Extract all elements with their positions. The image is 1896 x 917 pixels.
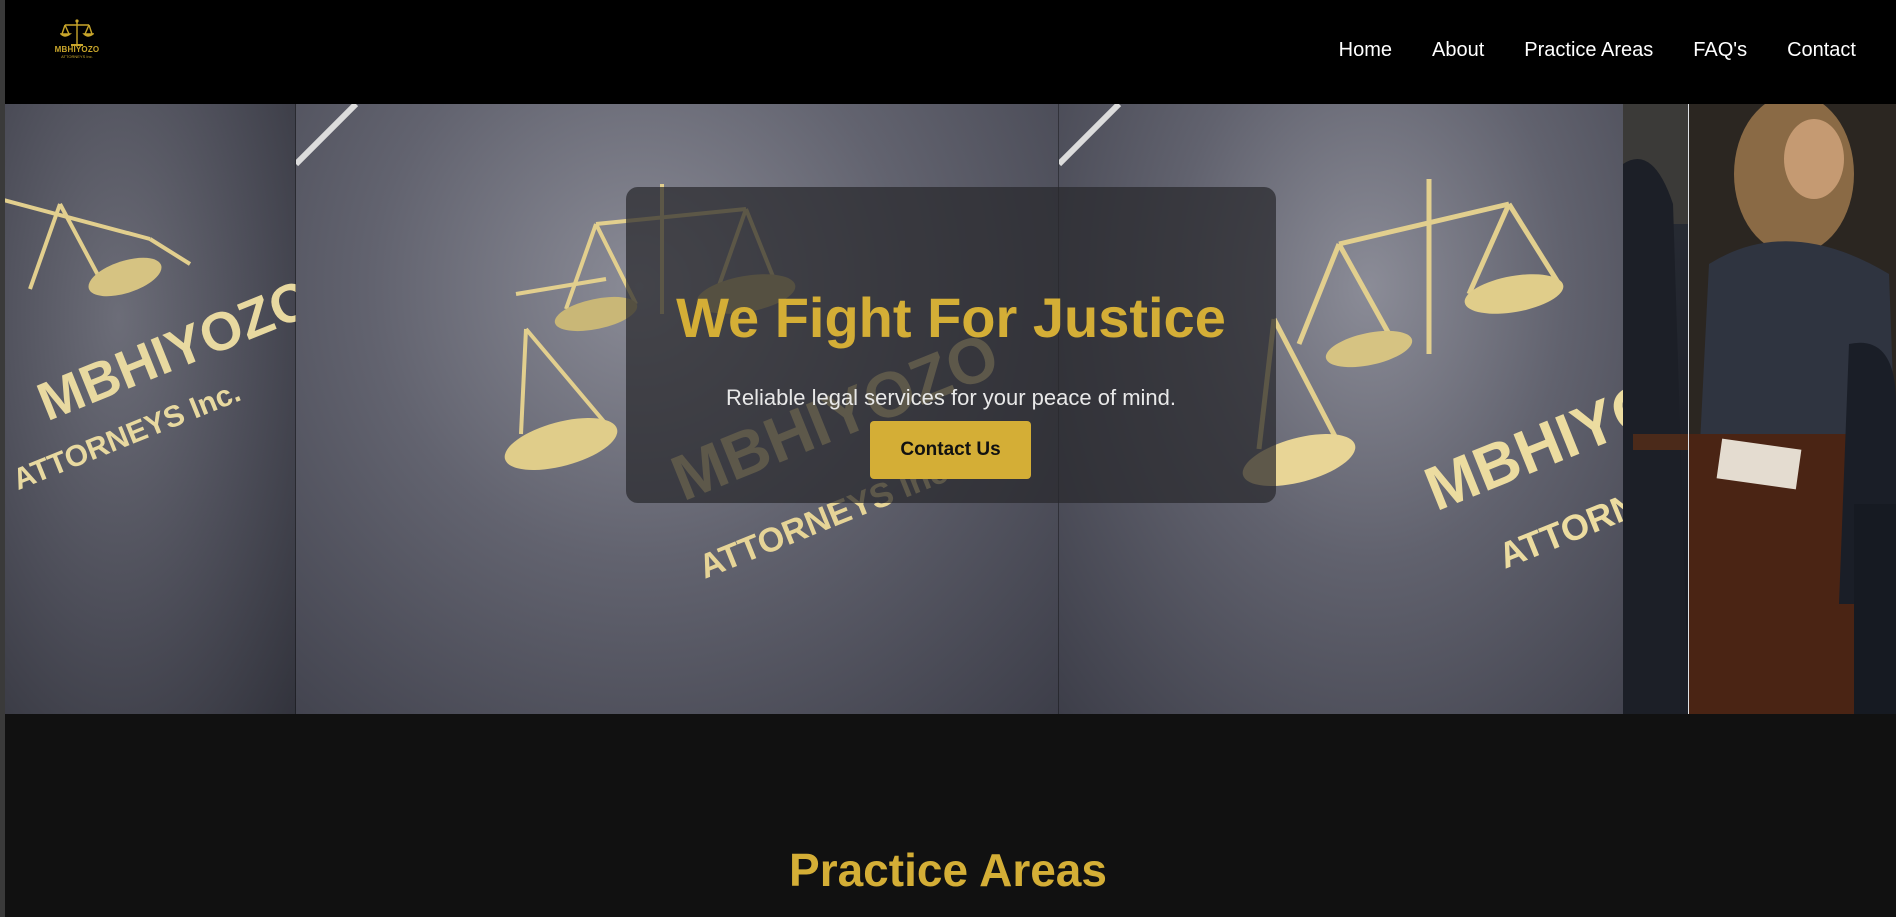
hero-subtitle: Reliable legal services for your peace o… xyxy=(725,385,1176,410)
hero-image-panel xyxy=(1689,104,1896,714)
logo-name: MBHIYOZO xyxy=(54,45,100,54)
site-logo[interactable]: MBHIYOZO ATTORNEYS Inc. xyxy=(50,18,104,66)
practice-areas-section: Practice Areas xyxy=(0,714,1896,917)
nav-about[interactable]: About xyxy=(1432,38,1484,62)
section-title: Practice Areas xyxy=(789,844,1107,896)
contact-us-button[interactable]: Contact Us xyxy=(870,421,1031,479)
hero-image-panel: MBHIYOZO ATTORNEYS Inc. xyxy=(0,104,296,714)
nav-home[interactable]: Home xyxy=(1339,38,1392,62)
nav-faqs[interactable]: FAQ's xyxy=(1693,38,1747,62)
main-nav: Home About Practice Areas FAQ's Contact xyxy=(1339,38,1856,62)
hero-image-panel xyxy=(1623,104,1689,714)
nav-practice-areas[interactable]: Practice Areas xyxy=(1524,38,1653,62)
nav-contact[interactable]: Contact xyxy=(1787,38,1856,62)
hero-image-brand-text: MBHIYOZO xyxy=(1416,335,1623,524)
hero-title: We Fight For Justice xyxy=(676,286,1226,349)
site-header: MBHIYOZO ATTORNEYS Inc. Home About Pract… xyxy=(0,0,1896,104)
hero-section: MBHIYOZO ATTORNEYS Inc. ATTORNEYS Inc. M… xyxy=(0,104,1896,714)
window-edge xyxy=(0,0,5,917)
logo-subtitle: ATTORNEYS Inc. xyxy=(61,54,93,59)
page: MBHIYOZO ATTORNEYS Inc. Home About Pract… xyxy=(0,0,1896,917)
scales-of-justice-icon xyxy=(60,19,94,46)
scales-of-justice-icon: MBHIYOZO ATTORNEYS Inc. xyxy=(0,197,296,497)
